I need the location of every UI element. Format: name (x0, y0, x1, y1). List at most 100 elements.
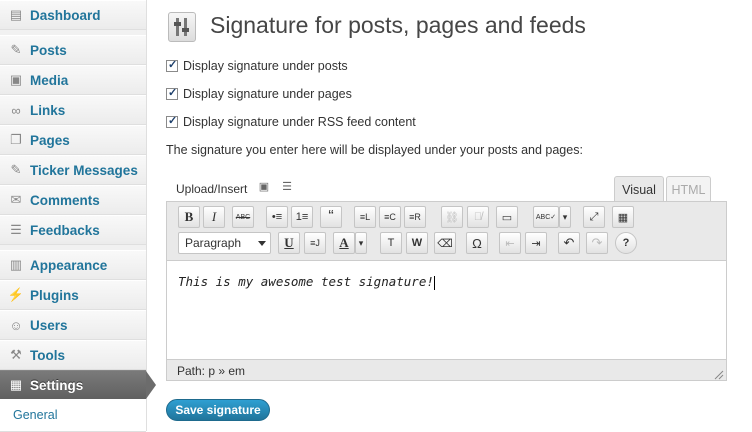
users-icon: ☺ (9, 317, 23, 333)
remove-format-button[interactable]: ⌫ (434, 232, 456, 254)
checkbox-row-pages: Display signature under pages (166, 86, 352, 101)
menu-label: Pages (30, 132, 70, 148)
tools-icon: ⚒ (10, 347, 22, 362)
menu-label: Users (30, 317, 68, 333)
admin-sidebar: ▤ Dashboard ✎ Posts ▣ Media ∞ Links ❐ Pa… (0, 0, 156, 432)
settings-submenu: General (0, 399, 146, 432)
menu-appearance[interactable]: ▥ Appearance (0, 250, 146, 280)
align-center-button[interactable]: ≡C (379, 206, 401, 228)
unlink-button[interactable]: ⛓̸ (467, 206, 489, 228)
undo-button[interactable]: ↶ (558, 232, 580, 254)
outdent-button[interactable]: ⇤ (499, 232, 521, 254)
format-select[interactable]: Paragraph (178, 232, 271, 254)
format-select-value: Paragraph (185, 236, 242, 250)
tab-html[interactable]: HTML (666, 176, 711, 202)
align-left-button[interactable]: ≡L (354, 206, 376, 228)
link-icon: ∞ (11, 102, 21, 118)
upload-insert-label: Upload/Insert (176, 182, 248, 196)
editor-content-area[interactable]: This is my awesome test signature! (167, 260, 726, 360)
checkbox-label: Display signature under RSS feed content (183, 115, 416, 129)
kitchen-sink-button[interactable]: ▦ (612, 206, 634, 228)
signature-editor: B I ABC •≡ 1≡ “ ≡L ≡C ≡R ⛓ ⛓̸ ▭ ABC✓ ▾ ⤢… (166, 201, 727, 381)
menu-feedbacks[interactable]: ☰ Feedbacks (0, 215, 146, 245)
media-icon: ▣ (9, 72, 23, 87)
blockquote-button[interactable]: “ (320, 206, 342, 228)
menu-comments[interactable]: ✉ Comments (0, 185, 146, 215)
menu-label: Settings (30, 377, 84, 393)
appearance-icon: ▥ (9, 257, 23, 272)
pushpin-icon: ✎ (10, 42, 22, 57)
menu-label: Posts (30, 42, 67, 58)
add-form-icon[interactable]: ☰ (280, 180, 294, 193)
signature-text: This is my awesome test signature! (178, 274, 435, 290)
menu-label: Appearance (30, 257, 108, 273)
feedback-icon: ☰ (10, 222, 22, 237)
bullet-list-button[interactable]: •≡ (266, 206, 288, 228)
menu-links[interactable]: ∞ Links (0, 95, 146, 125)
settings-icon: ▦ (9, 377, 23, 392)
text-cursor (433, 275, 435, 290)
signature-text-value: This is my awesome test signature! (178, 274, 434, 289)
resize-handle-icon[interactable] (714, 368, 724, 380)
menu-label: Dashboard (30, 7, 101, 23)
menu-label: Tools (30, 347, 65, 363)
menu-label: Media (30, 72, 69, 88)
checkbox-row-rss: Display signature under RSS feed content (166, 114, 416, 129)
comment-bubble-icon: ✉ (10, 192, 22, 207)
checkbox-label: Display signature under pages (183, 87, 352, 101)
insert-more-button[interactable]: ▭ (496, 206, 518, 228)
checkbox-label: Display signature under posts (183, 59, 348, 73)
settings-page-icon (168, 12, 196, 42)
special-char-button[interactable]: Ω (466, 232, 488, 254)
menu-settings[interactable]: ▦ Settings (0, 370, 146, 400)
checkbox-row-posts: Display signature under posts (166, 58, 348, 73)
help-button[interactable]: ? (615, 232, 637, 254)
menu-label: Comments (30, 192, 100, 208)
checkbox-pages[interactable] (166, 86, 178, 100)
menu-media[interactable]: ▣ Media (0, 65, 146, 95)
redo-button[interactable]: ↷ (586, 232, 608, 254)
dashboard-icon: ▤ (9, 7, 23, 22)
paste-text-button[interactable]: T (380, 232, 402, 254)
chevron-down-icon (258, 241, 266, 246)
fullscreen-button[interactable]: ⤢ (583, 206, 605, 228)
menu-label: Links (30, 102, 66, 118)
editor-path-bar: Path: p » em (177, 364, 246, 378)
strikethrough-button[interactable]: ABC (232, 206, 254, 228)
checkbox-posts[interactable] (166, 58, 178, 72)
bold-button[interactable]: B (178, 206, 200, 228)
align-right-button[interactable]: ≡R (404, 206, 426, 228)
text-color-dropdown[interactable]: ▾ (355, 232, 367, 254)
plug-icon: ⚡ (7, 287, 25, 302)
checkbox-rss[interactable] (166, 114, 178, 128)
menu-ticker-messages[interactable]: ✎ Ticker Messages (0, 155, 146, 185)
active-menu-arrow (146, 371, 156, 399)
menu-plugins[interactable]: ⚡ Plugins (0, 280, 146, 310)
italic-button[interactable]: I (203, 206, 225, 228)
spellcheck-button[interactable]: ABC✓ (533, 206, 559, 228)
pushpin-icon: ✎ (10, 162, 22, 177)
text-color-button[interactable]: A (333, 232, 355, 254)
menu-posts[interactable]: ✎ Posts (0, 35, 146, 65)
menu-users[interactable]: ☺ Users (0, 310, 146, 340)
save-signature-button[interactable]: Save signature (166, 399, 270, 421)
menu-tools[interactable]: ⚒ Tools (0, 340, 146, 370)
menu-dashboard[interactable]: ▤ Dashboard (0, 0, 146, 30)
numbered-list-button[interactable]: 1≡ (291, 206, 313, 228)
page-title: Signature for posts, pages and feeds (210, 12, 586, 38)
menu-label: Ticker Messages (30, 162, 138, 178)
spellcheck-dropdown[interactable]: ▾ (559, 206, 571, 228)
signature-description: The signature you enter here will be dis… (166, 143, 583, 157)
justify-button[interactable]: ≡J (304, 232, 326, 254)
paste-word-button[interactable]: W (406, 232, 428, 254)
pages-icon: ❐ (10, 132, 22, 147)
underline-button[interactable]: U (278, 232, 300, 254)
add-media-icon[interactable]: ▣ (257, 180, 271, 193)
tab-visual[interactable]: Visual (614, 176, 664, 202)
insert-link-button[interactable]: ⛓ (441, 206, 463, 228)
menu-pages[interactable]: ❐ Pages (0, 125, 146, 155)
indent-button[interactable]: ⇥ (525, 232, 547, 254)
menu-label: Feedbacks (30, 222, 100, 238)
menu-label: Plugins (30, 287, 79, 303)
submenu-item-general[interactable]: General (13, 408, 57, 422)
